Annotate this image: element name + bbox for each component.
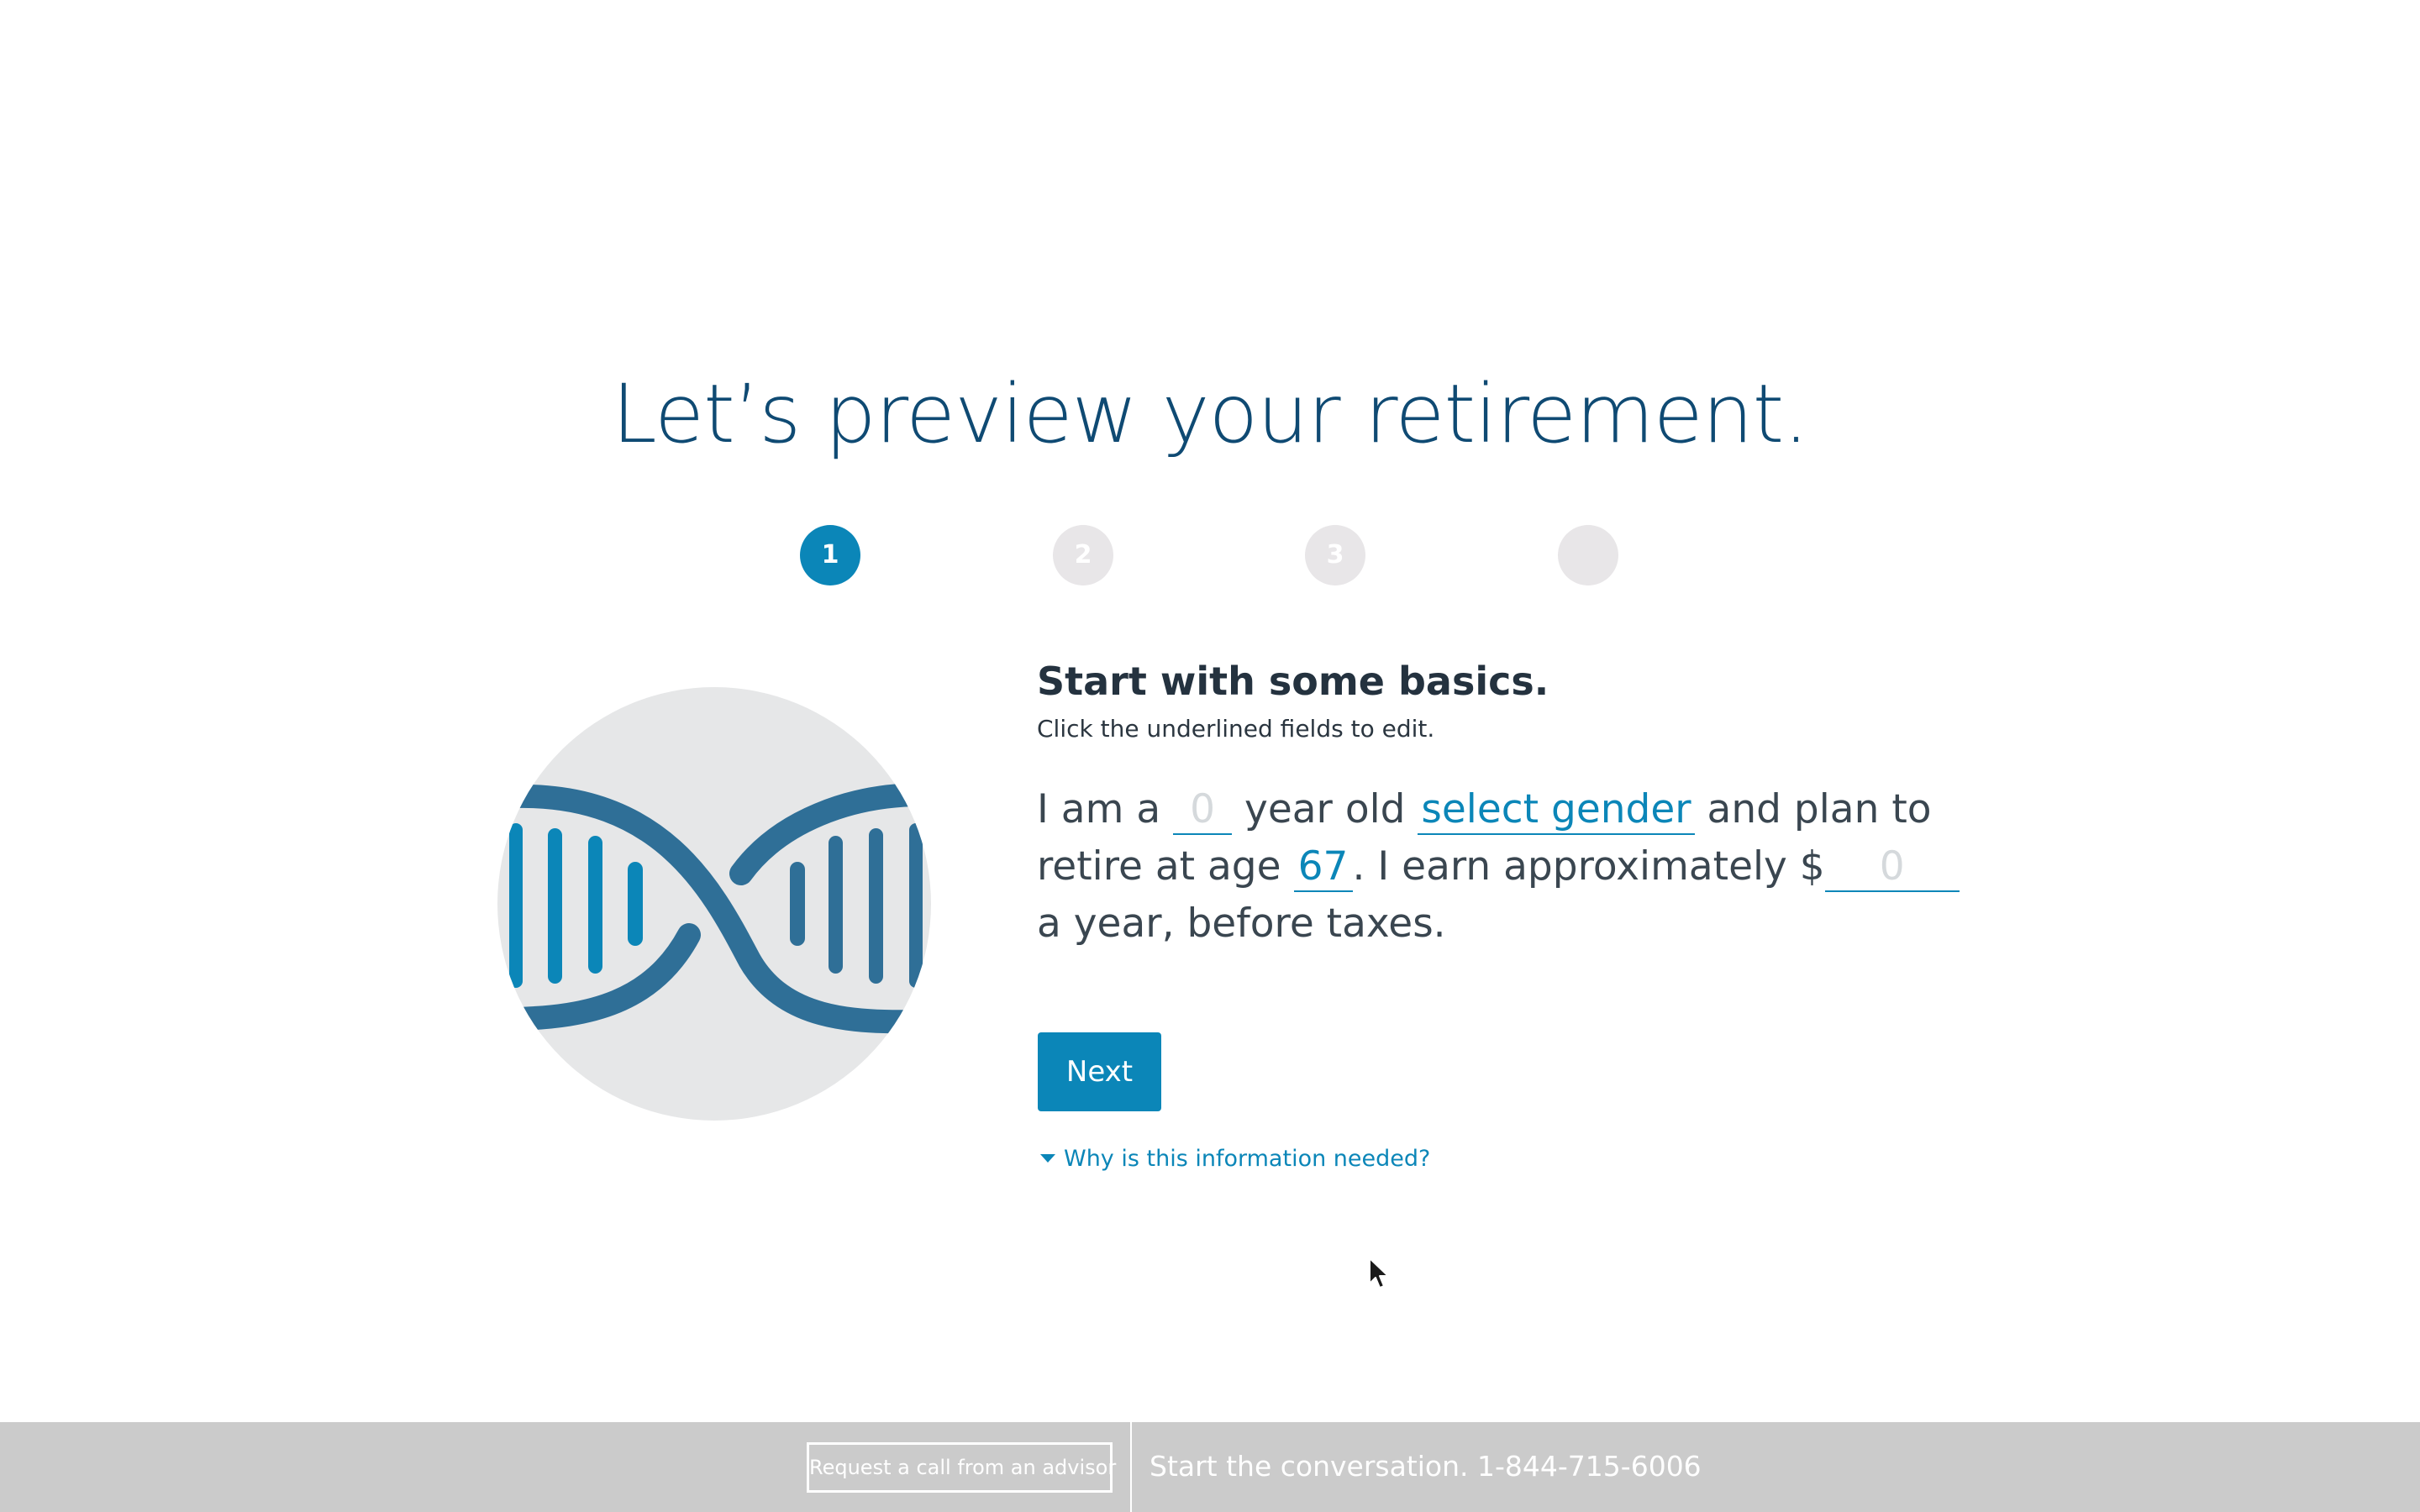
step-3-indicator: 3 <box>1305 525 1365 585</box>
income-field[interactable]: 0 <box>1824 843 1960 892</box>
mouse-pointer-icon <box>1368 1257 1393 1292</box>
sentence-text: . I earn approximately $ <box>1352 843 1825 890</box>
age-field[interactable]: 0 <box>1173 786 1233 835</box>
step-4-indicator <box>1558 525 1618 585</box>
next-button[interactable]: Next <box>1038 1032 1161 1111</box>
gender-select[interactable]: select gender <box>1418 786 1695 835</box>
request-call-button[interactable]: Request a call from an advisor <box>807 1442 1116 1493</box>
sentence-text: a year, before taxes. <box>1037 900 1446 947</box>
sentence-text: year old <box>1232 786 1418 832</box>
sentence-text: I am a <box>1037 786 1174 832</box>
section-subtitle: Click the underlined fields to edit. <box>1037 715 1435 743</box>
footer-bar: Request a call from an advisor Start the… <box>0 1422 2420 1512</box>
why-info-label: Why is this information needed? <box>1064 1146 1431 1172</box>
progress-stepper: 1 2 3 <box>800 525 1619 585</box>
footer-divider <box>1130 1422 1132 1512</box>
step-1-indicator: 1 <box>800 525 860 585</box>
madlib-sentence: I am a 0 year old select gender and plan… <box>1037 781 1978 953</box>
why-info-toggle[interactable]: Why is this information needed? <box>1040 1142 1430 1176</box>
footer-cta-text: Start the conversation. 1-844-715-6006 <box>1150 1450 1702 1483</box>
retirement-age-field[interactable]: 67 <box>1293 843 1353 892</box>
caret-down-icon <box>1040 1153 1055 1163</box>
page-title: Let’s preview your retirement. <box>612 367 1809 461</box>
step-2-indicator: 2 <box>1053 525 1113 585</box>
basics-form: Start with some basics. Click the underl… <box>1037 654 1978 953</box>
dna-icon <box>497 687 931 1121</box>
section-title: Start with some basics. <box>1037 659 1549 704</box>
